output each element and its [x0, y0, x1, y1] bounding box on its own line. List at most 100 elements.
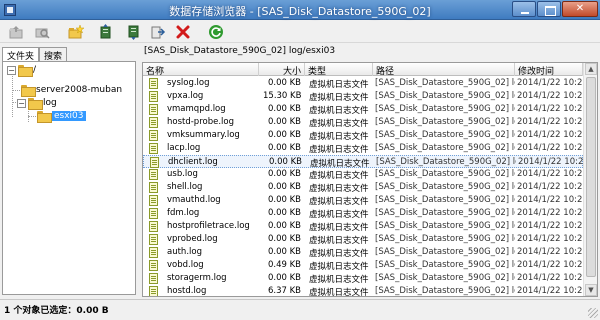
file-path: [SAS_Disk_Datastore_590G_02] log...	[375, 169, 515, 179]
table-row[interactable]: fdm.log 0.00 KB 虚拟机日志文件 [SAS_Disk_Datastore…	[143, 207, 583, 220]
log-file-icon	[149, 104, 158, 115]
file-path: [SAS_Disk_Datastore_590G_02] log...	[375, 208, 515, 218]
file-mtime: 2014/1/22 10:23:00	[517, 273, 583, 283]
close-button[interactable]	[562, 1, 598, 17]
table-row[interactable]: usb.log 0.00 KB 虚拟机日志文件 [SAS_Disk_Datastore…	[143, 168, 583, 181]
tree-node-log[interactable]: − log	[7, 97, 57, 110]
table-row[interactable]: lacp.log 0.00 KB 虚拟机日志文件 [SAS_Disk_Datastor…	[143, 142, 583, 155]
file-list[interactable]: 名称 大小 类型 路径 修改时间 syslog.log 0.00 KB 虚拟机日志文…	[142, 62, 598, 297]
refresh-icon[interactable]	[208, 24, 224, 40]
file-name: hostd-probe.log	[167, 117, 234, 127]
list-header: 名称 大小 类型 路径 修改时间	[143, 63, 583, 76]
log-file-icon	[149, 143, 158, 154]
file-size: 0.00 KB	[267, 273, 301, 283]
file-size: 0.00 KB	[267, 130, 301, 140]
table-row[interactable]: shell.log 0.00 KB 虚拟机日志文件 [SAS_Disk_Datasto…	[143, 181, 583, 194]
table-row[interactable]: storagerm.log 0.00 KB 虚拟机日志文件 [SAS_Disk_Dat…	[143, 272, 583, 285]
log-file-icon	[149, 260, 158, 271]
file-name: auth.log	[167, 247, 202, 257]
file-type: 虚拟机日志文件	[309, 275, 369, 285]
tab-search[interactable]: 搜索	[39, 47, 68, 62]
file-mtime: 2014/1/22 10:23:00	[517, 104, 583, 114]
log-file-icon	[149, 130, 158, 141]
table-row[interactable]: hostd.log 6.37 KB 虚拟机日志文件 [SAS_Disk_Datasto…	[143, 285, 583, 296]
table-row[interactable]: vpxa.log 15.30 KB 虚拟机日志文件 [SAS_Disk_Datasto…	[143, 90, 583, 103]
table-row[interactable]: syslog.log 0.00 KB 虚拟机日志文件 [SAS_Disk_Datast…	[143, 77, 583, 90]
file-mtime: 2014/1/22 10:23:00	[517, 117, 583, 127]
log-file-icon	[149, 234, 158, 245]
tree-node-esxi03[interactable]: esxi03	[37, 110, 86, 123]
table-row[interactable]: vmauthd.log 0.00 KB 虚拟机日志文件 [SAS_Disk_Datas…	[143, 194, 583, 207]
table-row[interactable]: vmamqpd.log 0.00 KB 虚拟机日志文件 [SAS_Disk_Datas…	[143, 103, 583, 116]
file-type: 虚拟机日志文件	[309, 171, 369, 181]
tree-node-label: esxi03	[52, 111, 86, 121]
file-size: 15.30 KB	[263, 91, 301, 101]
folder-tree[interactable]: − / server2008-muban − log esxi03	[2, 61, 136, 295]
table-row[interactable]: auth.log 0.00 KB 虚拟机日志文件 [SAS_Disk_Datastor…	[143, 246, 583, 259]
file-type: 虚拟机日志文件	[309, 106, 369, 116]
delete-icon[interactable]	[175, 24, 191, 40]
collapse-toggle[interactable]: −	[7, 65, 16, 75]
file-path: [SAS_Disk_Datastore_590G_02] log...	[375, 286, 515, 296]
folder-icon	[21, 85, 36, 97]
file-name: fdm.log	[167, 208, 200, 218]
file-path: [SAS_Disk_Datastore_590G_02] log...	[375, 221, 515, 231]
file-path: [SAS_Disk_Datastore_590G_02] log...	[375, 130, 515, 140]
file-size: 0.00 KB	[267, 182, 301, 192]
file-path: [SAS_Disk_Datastore_590G_02] log...	[375, 78, 515, 88]
browse-icon[interactable]	[34, 24, 50, 40]
file-size: 0.00 KB	[267, 117, 301, 127]
table-row[interactable]: vmksummary.log 0.00 KB 虚拟机日志文件 [SAS_Disk_Da…	[143, 129, 583, 142]
file-mtime: 2014/1/22 10:23:00	[517, 78, 583, 88]
tree-node-root[interactable]: − /	[7, 64, 36, 77]
minimize-button[interactable]	[512, 1, 536, 17]
resize-grip-icon[interactable]	[588, 308, 598, 318]
file-type: 虚拟机日志文件	[309, 93, 369, 103]
file-mtime: 2014/1/22 10:23:00	[517, 130, 583, 140]
file-path: [SAS_Disk_Datastore_590G_02] log...	[375, 104, 515, 114]
upload-icon[interactable]	[98, 24, 114, 40]
file-path: [SAS_Disk_Datastore_590G_02] log...	[375, 182, 515, 192]
log-file-icon	[149, 273, 158, 284]
table-row[interactable]: vprobed.log 0.00 KB 虚拟机日志文件 [SAS_Disk_Datas…	[143, 233, 583, 246]
file-size: 0.00 KB	[267, 221, 301, 231]
move-icon[interactable]	[150, 24, 166, 40]
collapse-toggle[interactable]: −	[17, 98, 26, 108]
table-row[interactable]: dhclient.log 0.00 KB 虚拟机日志文件 [SAS_Disk_Data…	[143, 155, 584, 169]
column-header-mtime[interactable]: 修改时间	[515, 63, 583, 76]
file-name: hostd.log	[167, 286, 207, 296]
scroll-up-icon[interactable]: ▲	[585, 63, 597, 75]
log-file-icon	[149, 78, 158, 89]
table-row[interactable]: hostprofiletrace.log 0.00 KB 虚拟机日志文件 [SAS_D…	[143, 220, 583, 233]
file-name: vprobed.log	[167, 234, 218, 244]
file-size: 0.00 KB	[267, 78, 301, 88]
log-file-icon	[149, 117, 158, 128]
file-type: 虚拟机日志文件	[309, 249, 369, 259]
file-mtime: 2014/1/22 10:23:00	[517, 260, 583, 270]
log-file-icon	[149, 221, 158, 232]
file-mtime: 2014/1/22 10:23:00	[517, 169, 583, 179]
new-folder-icon[interactable]	[68, 24, 84, 40]
tree-node-server2008-muban[interactable]: server2008-muban	[21, 84, 122, 97]
file-path: [SAS_Disk_Datastore_590G_02] log...	[375, 117, 515, 127]
file-type: 虚拟机日志文件	[309, 80, 369, 90]
column-header-size[interactable]: 大小	[259, 63, 305, 76]
column-header-path[interactable]: 路径	[373, 63, 515, 76]
scroll-down-icon[interactable]: ▼	[585, 284, 597, 296]
file-name: syslog.log	[167, 78, 210, 88]
tree-node-label: log	[43, 98, 57, 108]
column-header-name[interactable]: 名称	[143, 63, 259, 76]
folder-up-icon[interactable]	[8, 24, 24, 40]
table-row[interactable]: hostd-probe.log 0.00 KB 虚拟机日志文件 [SAS_Disk_D…	[143, 116, 583, 129]
table-row[interactable]: vobd.log 0.49 KB 虚拟机日志文件 [SAS_Disk_Datastor…	[143, 259, 583, 272]
column-header-type[interactable]: 类型	[305, 63, 373, 76]
tab-folders[interactable]: 文件夹	[2, 47, 40, 62]
title-bar: 数据存储浏览器 - [SAS_Disk_Datastore_590G_02]	[0, 0, 600, 20]
scroll-thumb[interactable]	[586, 77, 596, 277]
file-type: 虚拟机日志文件	[309, 119, 369, 129]
file-name: shell.log	[167, 182, 203, 192]
download-icon[interactable]	[126, 24, 142, 40]
maximize-button[interactable]	[537, 1, 561, 17]
file-type: 虚拟机日志文件	[309, 262, 369, 272]
vertical-scrollbar[interactable]: ▲ ▼	[583, 63, 597, 296]
